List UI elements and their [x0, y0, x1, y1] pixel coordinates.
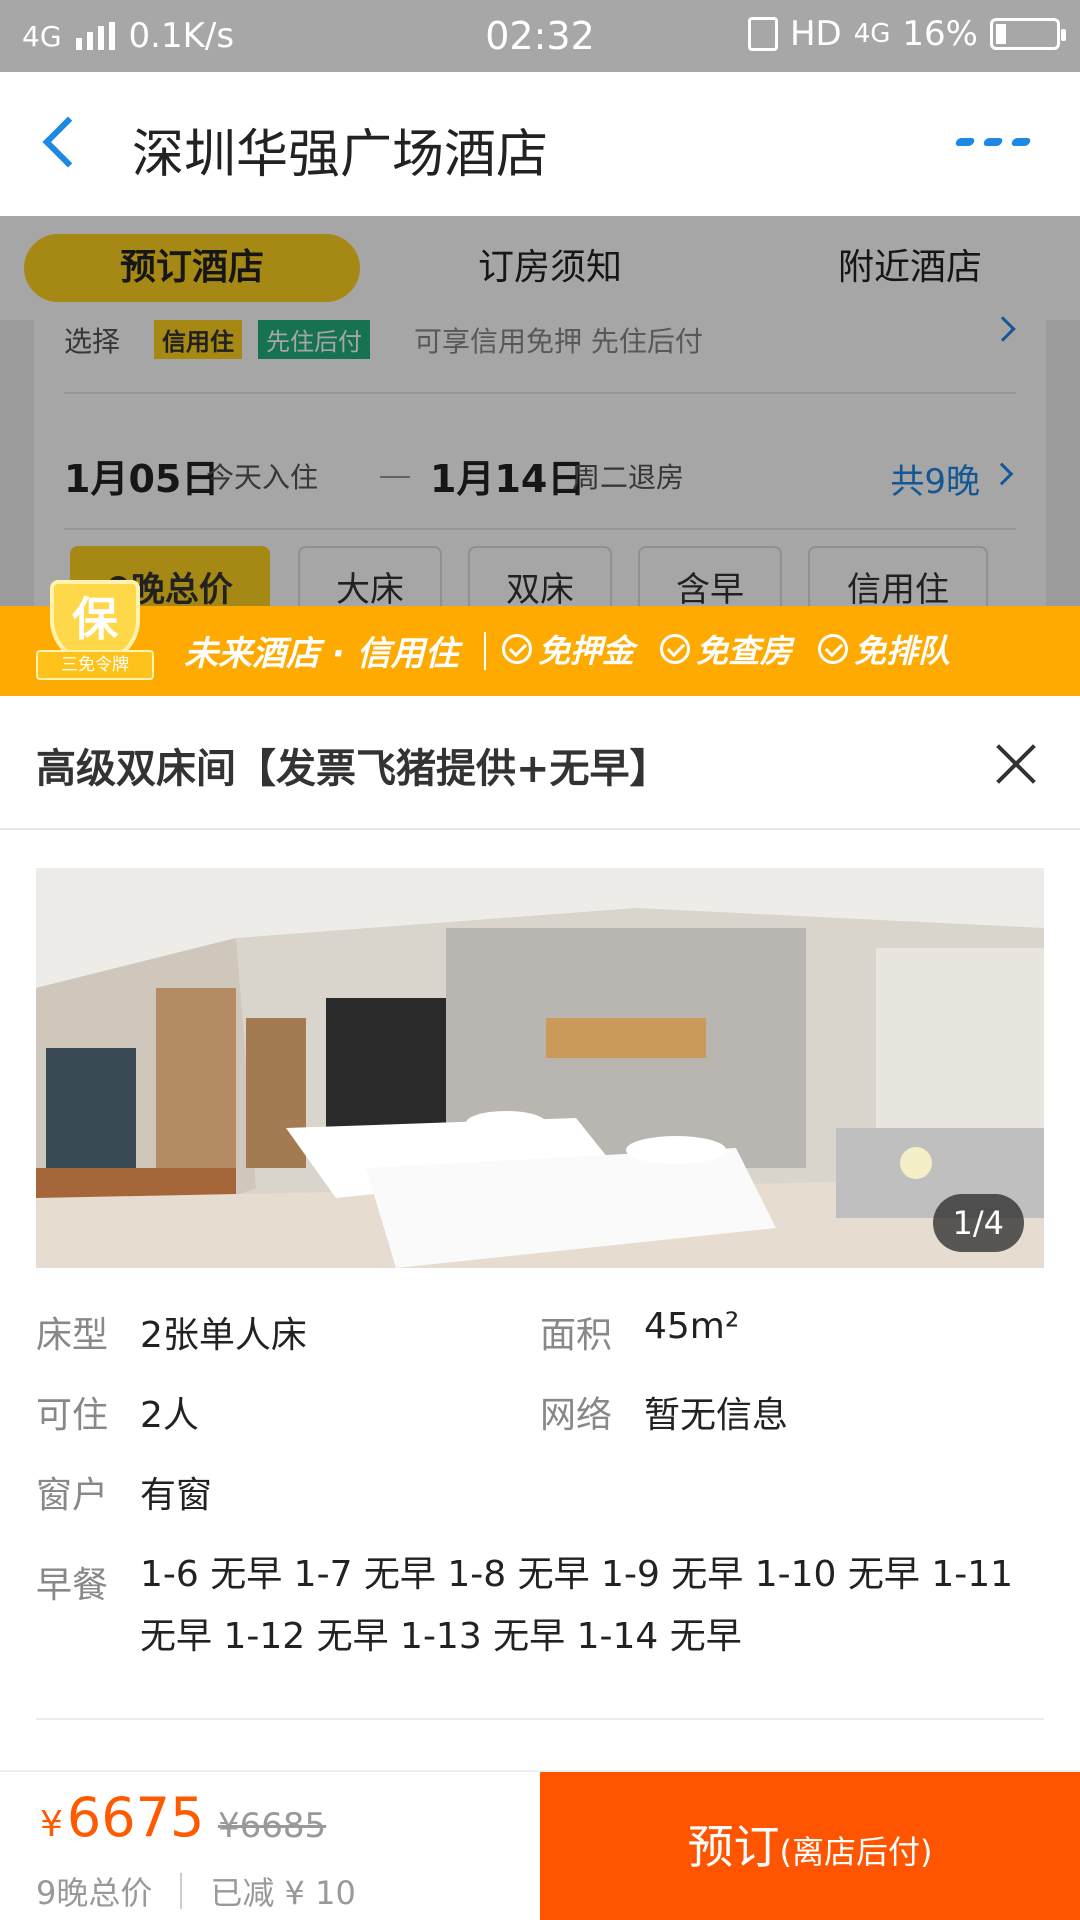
- subtext-divider: [180, 1873, 183, 1909]
- attr-window: 窗户 有窗: [36, 1466, 212, 1518]
- badge-ribbon: 三免令牌: [36, 650, 154, 680]
- attr-area: 面积 45m²: [540, 1306, 739, 1358]
- book-button-note: (离店后付): [779, 1833, 933, 1871]
- attr-bed-type: 床型 2张单人床: [36, 1306, 307, 1358]
- photo-counter: 1/4: [932, 1194, 1024, 1252]
- bottom-bar: ¥ 6675 ¥6685 9晚总价 已减 ¥ 10 预订(离店后付): [0, 1770, 1080, 1920]
- currency-symbol: ¥: [40, 1804, 63, 1845]
- discount-amount: 已减 ¥ 10: [210, 1874, 356, 1912]
- page-title: 深圳华强广场酒店: [132, 125, 549, 185]
- attr-label: 面积: [540, 1315, 613, 1356]
- perk-label: 免查房: [696, 632, 793, 670]
- price-subtext: 9晚总价 已减 ¥ 10: [36, 1868, 356, 1914]
- banner-divider: [484, 632, 486, 670]
- perk-label: 免押金: [538, 632, 635, 670]
- attr-capacity: 可住 2人: [36, 1386, 199, 1438]
- check-circle-icon: [660, 634, 690, 664]
- attr-label: 床型: [36, 1315, 109, 1356]
- promo-banner: 保 三免令牌 未来酒店 · 信用住 免押金 免查房 免排队: [0, 580, 1080, 696]
- perk-no-queue: 免排队: [818, 626, 950, 672]
- more-icon[interactable]: [954, 138, 1032, 146]
- breakfast-schedule: 1-6 无早 1-7 无早 1-8 无早 1-9 无早 1-10 无早 1-11…: [140, 1554, 1014, 1657]
- 4g-indicator: 4G: [853, 19, 891, 49]
- attr-network: 网络 暂无信息: [540, 1386, 788, 1438]
- sheet-header: 高级双床间【发票飞猪提供+无早】: [0, 696, 1080, 830]
- banner-brand: 未来酒店 · 信用住: [184, 634, 459, 674]
- attr-value: 暂无信息: [644, 1395, 789, 1436]
- attr-value: 45m²: [644, 1306, 740, 1347]
- status-bar: 4G 0.1K/s 02:32 HD 4G 16%: [0, 0, 1080, 72]
- hd-indicator: HD: [789, 14, 842, 54]
- price-note: 9晚总价: [36, 1874, 153, 1912]
- room-photo[interactable]: 1/4: [36, 868, 1044, 1268]
- battery-percent: 16%: [902, 14, 978, 54]
- attr-value: 2人: [140, 1395, 199, 1436]
- close-icon[interactable]: [996, 744, 1036, 784]
- price-amount: 6675: [66, 1786, 205, 1849]
- attr-value: 2张单人床: [140, 1315, 307, 1356]
- room-title: 高级双床间【发票飞猪提供+无早】: [36, 746, 670, 792]
- room-detail-sheet: 高级双床间【发票飞猪提供+无早】 1/4 床型 2张单人床 面积 45m² 可住…: [0, 696, 1080, 1920]
- vibrate-icon: [747, 17, 778, 51]
- back-icon[interactable]: [42, 116, 94, 168]
- battery-icon: [990, 18, 1066, 50]
- book-button-label: 预订: [687, 1820, 780, 1874]
- guarantee-badge-icon: 保 三免令牌: [36, 580, 154, 696]
- original-price: ¥6685: [218, 1806, 327, 1846]
- attr-label: 窗户: [36, 1475, 109, 1516]
- total-price: ¥ 6675: [40, 1786, 204, 1849]
- attr-label: 早餐: [36, 1565, 109, 1606]
- perk-no-room-check: 免查房: [660, 626, 792, 672]
- attr-value: 有窗: [140, 1475, 213, 1516]
- badge-char: 保: [72, 592, 118, 646]
- attr-label: 可住: [36, 1395, 109, 1436]
- book-button[interactable]: 预订(离店后付): [540, 1772, 1080, 1920]
- perk-no-deposit: 免押金: [502, 626, 634, 672]
- divider: [36, 1718, 1044, 1720]
- nav-bar: 深圳华强广场酒店: [0, 72, 1080, 216]
- perk-label: 免排队: [854, 632, 951, 670]
- room-photo-image: [36, 868, 1044, 1268]
- check-circle-icon: [502, 634, 532, 664]
- attr-label: 网络: [540, 1395, 613, 1436]
- check-circle-icon: [818, 634, 848, 664]
